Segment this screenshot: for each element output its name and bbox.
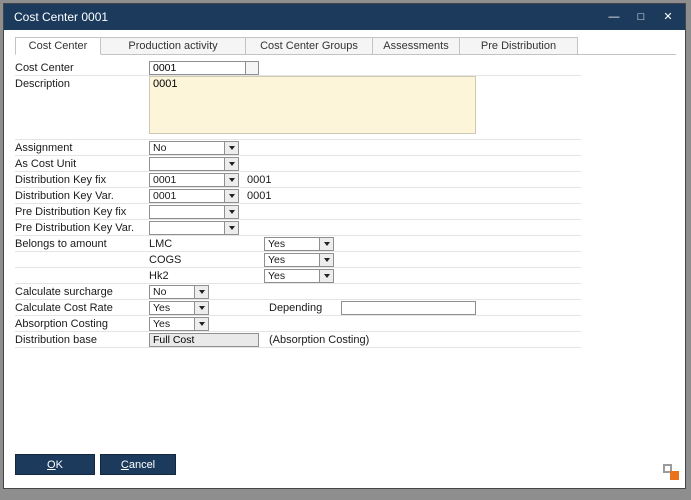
ok-button[interactable]: OK: [15, 454, 95, 475]
chevron-down-icon[interactable]: [319, 254, 333, 266]
cancel-button[interactable]: Cancel: [100, 454, 176, 475]
cost-center-picker-button[interactable]: [246, 61, 259, 75]
distribution-key-var-row: Distribution Key Var. 0001 0001: [15, 188, 581, 204]
minimize-icon[interactable]: —: [607, 10, 621, 24]
distribution-base-row: Distribution base (Absorption Costing): [15, 332, 581, 348]
belongs-to-amount-hk2-row: Hk2 Yes: [15, 268, 581, 284]
depending-label: Depending: [269, 302, 341, 314]
tab-assessments[interactable]: Assessments: [372, 37, 460, 54]
absorption-costing-value: Yes: [150, 318, 194, 330]
chevron-down-icon[interactable]: [224, 222, 238, 234]
tab-cost-center-groups[interactable]: Cost Center Groups: [245, 37, 373, 54]
distribution-key-fix-description: 0001: [247, 174, 271, 186]
description-row: Description 0001: [15, 76, 581, 140]
chevron-down-icon[interactable]: [224, 190, 238, 202]
pre-distribution-key-var-value: [150, 222, 224, 234]
as-cost-unit-value: [150, 158, 224, 170]
distribution-key-fix-label: Distribution Key fix: [15, 174, 149, 186]
cogs-dropdown[interactable]: Yes: [264, 253, 334, 267]
cost-center-input[interactable]: [149, 61, 246, 75]
distribution-key-fix-dropdown[interactable]: 0001: [149, 173, 239, 187]
description-label: Description: [15, 76, 149, 90]
cost-center-form: Cost Center Description 0001 Assignment …: [15, 60, 581, 348]
distribution-key-fix-value: 0001: [150, 174, 224, 186]
lmc-dropdown[interactable]: Yes: [264, 237, 334, 251]
pre-distribution-key-fix-row: Pre Distribution Key fix: [15, 204, 581, 220]
lmc-label: LMC: [149, 238, 264, 250]
absorption-costing-label: Absorption Costing: [15, 318, 149, 330]
lmc-value: Yes: [265, 238, 319, 250]
distribution-base-input[interactable]: [149, 333, 259, 347]
chevron-down-icon[interactable]: [194, 302, 208, 314]
absorption-costing-dropdown[interactable]: Yes: [149, 317, 209, 331]
tab-pre-distribution[interactable]: Pre Distribution: [459, 37, 578, 54]
pre-distribution-key-fix-dropdown[interactable]: [149, 205, 239, 219]
assignment-dropdown[interactable]: No: [149, 141, 239, 155]
as-cost-unit-label: As Cost Unit: [15, 158, 149, 170]
chevron-down-icon[interactable]: [224, 158, 238, 170]
chevron-down-icon[interactable]: [194, 286, 208, 298]
calculate-cost-rate-dropdown[interactable]: Yes: [149, 301, 209, 315]
pre-distribution-key-var-row: Pre Distribution Key Var.: [15, 220, 581, 236]
calculate-surcharge-label: Calculate surcharge: [15, 286, 149, 298]
distribution-base-description: (Absorption Costing): [269, 334, 369, 346]
depending-input[interactable]: [341, 301, 476, 315]
chevron-down-icon[interactable]: [194, 318, 208, 330]
cost-center-row: Cost Center: [15, 60, 581, 76]
hk2-value: Yes: [265, 270, 319, 282]
assignment-value: No: [150, 142, 224, 154]
tab-bar: Cost Center Production activity Cost Cen…: [15, 36, 676, 55]
belongs-to-amount-lmc-row: Belongs to amount LMC Yes: [15, 236, 581, 252]
tab-production-activity[interactable]: Production activity: [100, 37, 246, 54]
window-title: Cost Center 0001: [14, 10, 607, 24]
calculate-surcharge-value: No: [150, 286, 194, 298]
as-cost-unit-dropdown[interactable]: [149, 157, 239, 171]
grip-orange-square: [670, 471, 679, 480]
pre-distribution-key-fix-label: Pre Distribution Key fix: [15, 206, 149, 218]
pre-distribution-key-var-dropdown[interactable]: [149, 221, 239, 235]
form-settings-icon[interactable]: [663, 464, 679, 480]
distribution-key-var-dropdown[interactable]: 0001: [149, 189, 239, 203]
distribution-key-var-value: 0001: [150, 190, 224, 202]
calculate-surcharge-row: Calculate surcharge No: [15, 284, 581, 300]
hk2-label: Hk2: [149, 270, 264, 282]
close-icon[interactable]: ✕: [661, 10, 675, 24]
calculate-cost-rate-label: Calculate Cost Rate: [15, 302, 149, 314]
chevron-down-icon[interactable]: [319, 270, 333, 282]
pre-distribution-key-var-label: Pre Distribution Key Var.: [15, 222, 149, 234]
calculate-surcharge-dropdown[interactable]: No: [149, 285, 209, 299]
hk2-dropdown[interactable]: Yes: [264, 269, 334, 283]
chevron-down-icon[interactable]: [224, 206, 238, 218]
distribution-key-fix-row: Distribution Key fix 0001 0001: [15, 172, 581, 188]
chevron-down-icon[interactable]: [224, 174, 238, 186]
as-cost-unit-row: As Cost Unit: [15, 156, 581, 172]
assignment-row: Assignment No: [15, 140, 581, 156]
distribution-key-var-label: Distribution Key Var.: [15, 190, 149, 202]
cost-center-field: [149, 61, 259, 75]
calculate-cost-rate-row: Calculate Cost Rate Yes Depending: [15, 300, 581, 316]
chevron-down-icon[interactable]: [319, 238, 333, 250]
absorption-costing-row: Absorption Costing Yes: [15, 316, 581, 332]
cogs-value: Yes: [265, 254, 319, 266]
chevron-down-icon[interactable]: [224, 142, 238, 154]
assignment-label: Assignment: [15, 142, 149, 154]
window-controls: — □ ✕: [607, 10, 675, 24]
distribution-base-label: Distribution base: [15, 334, 149, 346]
desktop-background: Cost Center 0001 — □ ✕ Cost Center Produ…: [0, 0, 691, 500]
maximize-icon[interactable]: □: [634, 10, 648, 24]
calculate-cost-rate-value: Yes: [150, 302, 194, 314]
cogs-label: COGS: [149, 254, 264, 266]
description-textarea[interactable]: 0001: [149, 76, 476, 134]
tab-cost-center[interactable]: Cost Center: [15, 37, 101, 55]
cost-center-window: Cost Center 0001 — □ ✕ Cost Center Produ…: [3, 3, 686, 489]
pre-distribution-key-fix-value: [150, 206, 224, 218]
titlebar[interactable]: Cost Center 0001 — □ ✕: [4, 4, 685, 30]
distribution-key-var-description: 0001: [247, 190, 271, 202]
belongs-to-amount-label: Belongs to amount: [15, 238, 149, 250]
belongs-to-amount-cogs-row: COGS Yes: [15, 252, 581, 268]
button-row: OK Cancel: [15, 454, 176, 475]
cost-center-label: Cost Center: [15, 62, 149, 74]
